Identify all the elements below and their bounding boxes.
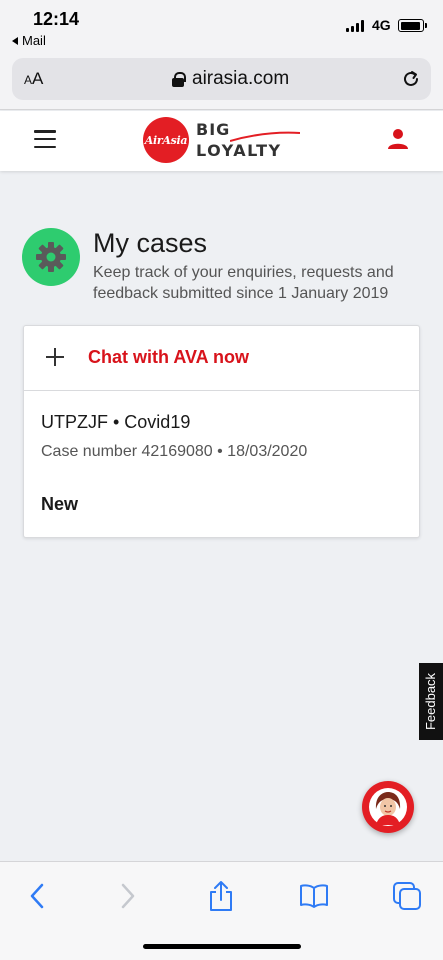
- network-type: 4G: [372, 17, 391, 33]
- status-bar: 12:14 Mail 4G: [0, 0, 443, 52]
- ava-avatar-icon: [369, 788, 407, 826]
- cases-card: Chat with AVA now UTPZJF • Covid19 Case …: [23, 325, 420, 538]
- page-subtitle: Keep track of your enquiries, requests a…: [93, 264, 394, 302]
- chat-with-ava-label: Chat with AVA now: [88, 347, 249, 367]
- page-title: My cases: [93, 228, 208, 258]
- case-meta: Case number 42169080 • 18/03/2020: [41, 443, 308, 460]
- lock-icon: [172, 71, 186, 87]
- url-display[interactable]: airasia.com: [172, 68, 289, 90]
- case-list-item[interactable]: UTPZJF • Covid19 Case number 42169080 • …: [24, 392, 419, 538]
- user-icon[interactable]: [386, 127, 410, 151]
- battery-icon: [398, 19, 427, 32]
- gear-badge: [22, 228, 80, 286]
- gear-icon: [36, 242, 66, 272]
- back-icon[interactable]: [22, 881, 52, 911]
- back-triangle-icon: [12, 36, 18, 45]
- case-name: UTPZJF • Covid19: [41, 412, 191, 432]
- plus-icon: [46, 348, 64, 366]
- status-time: 12:14: [33, 9, 80, 29]
- tabs-icon[interactable]: [392, 881, 422, 911]
- logo-swoosh-icon: [230, 131, 300, 142]
- back-app-label: Mail: [22, 33, 46, 48]
- hamburger-icon[interactable]: [34, 130, 56, 148]
- browser-address-area: AA airasia.com: [0, 52, 443, 110]
- chat-with-ava-button[interactable]: Chat with AVA now: [24, 326, 419, 391]
- logo-wordmark: BIG LOYALTY: [196, 119, 300, 160]
- reload-icon[interactable]: [401, 69, 421, 89]
- signal-icon: [346, 20, 364, 32]
- forward-icon[interactable]: [113, 881, 143, 911]
- feedback-tab-label: Feedback: [423, 672, 439, 731]
- home-indicator: [143, 944, 301, 949]
- share-icon[interactable]: [206, 881, 236, 911]
- case-status: New: [41, 494, 79, 514]
- url-text: airasia.com: [192, 68, 290, 89]
- logo-word-loyalty: LOYALTY: [196, 140, 282, 160]
- back-to-app-link[interactable]: Mail: [12, 33, 46, 48]
- logo-word-big: BIG: [196, 119, 231, 139]
- text-size-button[interactable]: AA: [24, 69, 43, 89]
- airasia-logo-mark: AirAsia: [143, 117, 189, 163]
- address-bar[interactable]: AA airasia.com: [12, 58, 431, 100]
- feedback-tab[interactable]: Feedback: [419, 663, 443, 740]
- site-header: AirAsia BIG LOYALTY: [0, 111, 443, 171]
- big-loyalty-logo[interactable]: AirAsia BIG LOYALTY: [143, 117, 300, 163]
- book-icon[interactable]: [299, 881, 329, 911]
- ava-chat-avatar-button[interactable]: [362, 781, 414, 833]
